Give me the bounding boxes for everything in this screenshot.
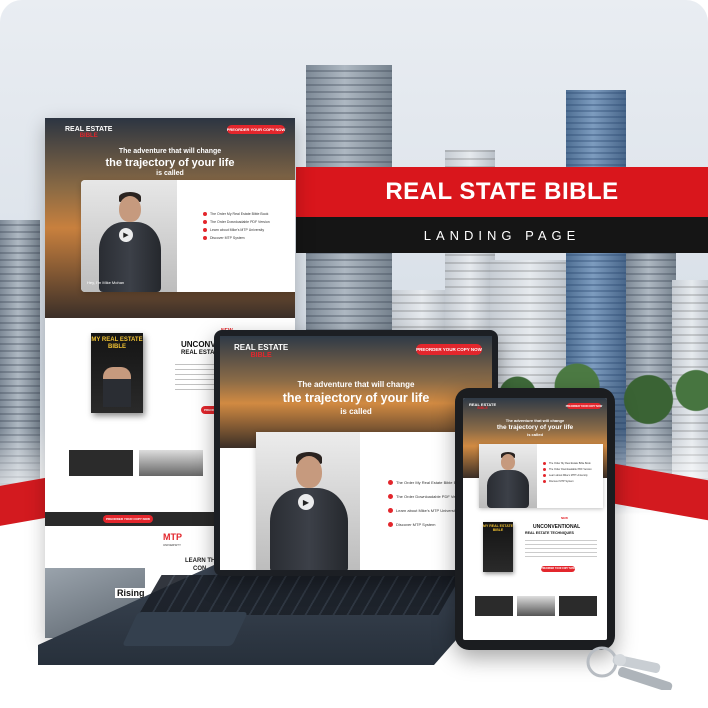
gallery-image [139, 450, 203, 476]
headline-line-2: the trajectory of your life [282, 391, 430, 405]
book-subtitle: BIBLE [108, 343, 126, 350]
bullet-dot-icon [203, 228, 207, 232]
list-item: Learn about Mike's MTP University [203, 228, 270, 232]
list-item: Discover MTP System [203, 236, 270, 240]
site-logo[interactable]: REAL ESTATE BIBLE [234, 344, 288, 360]
gallery-image [517, 596, 555, 616]
title-banner: REAL STATE BIBLE [296, 167, 708, 217]
book-title: MY REAL ESTATE [91, 337, 143, 343]
bullet-dot-icon [388, 508, 393, 513]
play-icon[interactable]: ▶ [119, 228, 133, 242]
university-sub: UNIVERSITY [163, 543, 182, 547]
list-item: The Order My Real Estate Bible Book [543, 462, 592, 465]
headline-line-2: the trajectory of your life [105, 157, 235, 169]
list-item: The Order My Real Estate Bible Book [203, 212, 270, 216]
banner-title: REAL STATE BIBLE [385, 178, 619, 205]
headline-line-1: The adventure that will change [505, 418, 565, 423]
gallery-image [559, 596, 597, 616]
site-logo[interactable]: REAL ESTATE BIBLE [469, 403, 496, 411]
promo-canvas: REAL STATE BIBLE LANDING PAGE REAL ESTAT… [0, 0, 708, 708]
headline-line-3: is called [527, 432, 543, 437]
section-subtitle: REAL ESTATE TECHNIQUES [525, 531, 574, 535]
list-item: Learn about Mike's MTP University [388, 508, 464, 513]
video-caption: Hey, I'm Mike Mohan [87, 280, 125, 285]
preorder-button[interactable]: PREORDER YOUR COPY NOW [227, 125, 285, 134]
presenter-photo [479, 444, 537, 508]
gallery-image [69, 450, 133, 476]
bullet-dot-icon [543, 474, 546, 477]
tablet: REAL ESTATE BIBLE PREORDER YOUR COPY NOW… [455, 388, 615, 650]
video-card: ▶ Hey, I'm Mike Mohan The Order My Real … [81, 180, 295, 292]
bullet-dot-icon [203, 212, 207, 216]
benefit-list: The Order My Real Estate Bible Book The … [203, 212, 270, 244]
preorder-button[interactable]: PREORDER YOUR COPY NOW [416, 344, 482, 355]
touchpad [122, 612, 248, 646]
rising-text: Rising [115, 588, 147, 598]
university-logo: MTP [163, 532, 182, 542]
headline-line-1: The adventure that will change [118, 148, 222, 155]
keyboard [138, 575, 462, 615]
book-title: MY REAL ESTATE BIBLE [483, 524, 513, 532]
list-item: Discover MTP System [543, 480, 592, 483]
bullet-dot-icon [543, 462, 546, 465]
new-badge: NEW [561, 516, 568, 520]
list-item: The Order Downloadable PDF Version [543, 468, 592, 471]
headline-line-2: the trajectory of your life [496, 424, 574, 431]
bullet-dot-icon [388, 494, 393, 499]
presenter [487, 448, 529, 508]
section-title: UNCONVENTIONAL [533, 524, 581, 530]
benefit-list: The Order My Real Estate Bible Book The … [388, 480, 464, 531]
hero-section: REAL ESTATE BIBLE PREORDER YOUR COPY NOW… [45, 118, 295, 318]
list-item: The Order Downloadable PDF Version [388, 494, 464, 499]
keys-icon [586, 646, 673, 690]
section-body-text [525, 540, 597, 560]
preorder-button[interactable]: PREORDER YOUR COPY NOW [541, 566, 575, 572]
preorder-button[interactable]: PREORDER YOUR COPY NOW [103, 515, 153, 523]
site-logo[interactable]: REAL ESTATE BIBLE [65, 126, 112, 139]
gallery-image [475, 596, 513, 616]
book-cover: MY REAL ESTATE BIBLE [483, 522, 513, 572]
presenter-photo: ▶ [256, 432, 360, 570]
headline-line-3: is called [156, 170, 184, 177]
list-item: Discover MTP System [388, 522, 464, 527]
author-portrait [103, 367, 131, 407]
logo-subtext: BIBLE [79, 133, 98, 139]
bullet-dot-icon [203, 236, 207, 240]
play-icon[interactable]: ▶ [298, 494, 314, 510]
book-cover: MY REAL ESTATE BIBLE [91, 333, 143, 413]
list-item: The Order Downloadable PDF Version [203, 220, 270, 224]
preorder-button[interactable]: PREORDER YOUR COPY NOW [566, 403, 602, 409]
bullet-dot-icon [388, 522, 393, 527]
logo-text: REAL ESTATE [65, 126, 113, 133]
headline-line-3: is called [340, 407, 372, 416]
list-item: The Order My Real Estate Bible Book [388, 480, 464, 485]
laptop-landing-page: REAL ESTATE BIBLE PREORDER YOUR COPY NOW… [220, 336, 492, 570]
benefit-list: The Order My Real Estate Bible Book The … [543, 462, 592, 487]
tablet-landing-page: REAL ESTATE BIBLE PREORDER YOUR COPY NOW… [463, 398, 607, 640]
bullet-dot-icon [388, 480, 393, 485]
headline-line-1: The adventure that will change [297, 380, 415, 389]
list-item: Learn about Mike's MTP University [543, 474, 592, 477]
bullet-dot-icon [543, 480, 546, 483]
presenter-photo: ▶ Hey, I'm Mike Mohan [81, 180, 177, 292]
video-card: The Order My Real Estate Bible Book The … [479, 444, 603, 508]
banner-subtitle: LANDING PAGE [423, 227, 581, 243]
subtitle-banner: LANDING PAGE [296, 217, 708, 253]
bullet-dot-icon [543, 468, 546, 471]
bullet-dot-icon [203, 220, 207, 224]
